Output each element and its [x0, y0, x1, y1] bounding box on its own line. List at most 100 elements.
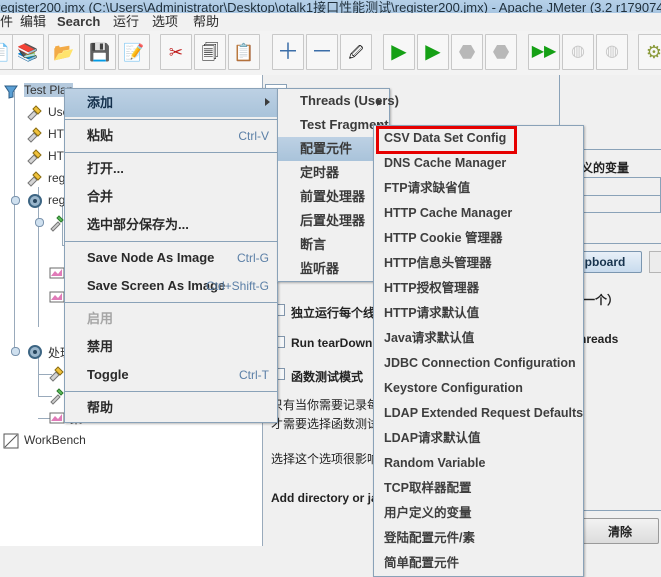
config-element-icon — [26, 126, 44, 144]
config-submenu-item-java-request-defaults[interactable]: Java请求默认值 — [374, 326, 583, 351]
chevron-right-icon — [265, 98, 270, 106]
menu-options[interactable]: 选项 — [152, 14, 178, 30]
toolbar-clear-all-button[interactable]: ◍ — [596, 34, 628, 70]
save-as-icon: 📝 — [123, 42, 145, 62]
config-submenu-item-ftp-request-defaults[interactable]: FTP请求缺省值 — [374, 176, 583, 201]
toolbar-open-button[interactable]: 📂 — [48, 34, 80, 70]
clear-button[interactable]: 清除 — [581, 518, 659, 544]
menu-file[interactable]: 件 — [0, 14, 13, 30]
tree-expand-handle[interactable] — [35, 218, 44, 227]
toolbar-start-no-pause-button[interactable]: ▶ — [417, 34, 449, 70]
config-submenu-item-http-authorization-manager[interactable]: HTTP授权管理器 — [374, 276, 583, 301]
hint-line-3: 选择这个选项很影响 — [271, 452, 380, 466]
plus-icon: ＋ — [276, 39, 299, 64]
toolbar-templates-button[interactable]: 📚 — [12, 34, 44, 70]
config-submenu-item-keystore-configuration[interactable]: Keystore Configuration — [374, 376, 583, 401]
panel-extra-button[interactable] — [649, 251, 661, 273]
chevron-right-icon — [377, 98, 382, 106]
toolbar-copy-button[interactable]: 🗐 — [194, 34, 226, 70]
config-submenu-item-user-defined-variables[interactable]: 用户定义的变量 — [374, 501, 583, 526]
toolbar-stop-button[interactable]: ⬣ — [451, 34, 483, 70]
config-submenu-item-http-request-defaults[interactable]: HTTP请求默认值 — [374, 301, 583, 326]
menu-divider — [65, 241, 277, 242]
tree-context-menu[interactable]: 添加 粘贴 Ctrl-V 打开... 合并 选中部分保存为... Save No… — [64, 88, 278, 423]
context-menu-item-help[interactable]: 帮助 — [65, 394, 277, 422]
context-menu-item-save-selection-as[interactable]: 选中部分保存为... — [65, 211, 277, 239]
tree-expand-handle[interactable] — [11, 347, 20, 356]
toolbar-save-as-button[interactable]: 📝 — [118, 34, 150, 70]
config-element-icon — [26, 104, 44, 122]
toolbar-start-button[interactable]: ▶ — [383, 34, 415, 70]
toolbar-start-remote-button[interactable]: ▶▶ — [528, 34, 560, 70]
play-no-pause-icon: ▶ — [425, 41, 441, 63]
context-menu-item-toggle[interactable]: Toggle Ctrl-T — [65, 361, 277, 389]
menu-help[interactable]: 帮助 — [193, 14, 219, 30]
menu-divider — [65, 302, 277, 303]
clear-all-icon: ◍ — [605, 43, 619, 60]
function-test-mode-label: 函数测试模式 — [291, 370, 364, 384]
cut-icon: ✂ — [168, 42, 184, 62]
config-submenu-item-ldap-request-defaults[interactable]: LDAP请求默认值 — [374, 426, 583, 451]
tree-node-workbench[interactable]: WorkBench — [0, 430, 255, 452]
context-menu-item-paste[interactable]: 粘贴 Ctrl-V — [65, 122, 277, 150]
context-menu-item-add[interactable]: 添加 — [65, 89, 277, 117]
menu-divider — [65, 391, 277, 392]
config-element-icon — [26, 170, 44, 188]
menu-divider — [65, 119, 277, 120]
toolbar-cut-button[interactable]: ✂ — [160, 34, 192, 70]
test-plan-icon — [2, 82, 20, 100]
config-submenu-item-dns-cache-manager[interactable]: DNS Cache Manager — [374, 151, 583, 176]
context-menu-item-save-node-as-image[interactable]: Save Node As Image Ctrl-G — [65, 244, 277, 272]
thread-group-icon — [26, 192, 44, 210]
config-submenu-item-http-header-manager[interactable]: HTTP信息头管理器 — [374, 251, 583, 276]
open-icon: 📂 — [53, 42, 75, 62]
copy-icon: 🗐 — [201, 42, 219, 62]
config-submenu-item-random-variable[interactable]: Random Variable — [374, 451, 583, 476]
menu-search[interactable]: Search — [57, 14, 100, 30]
menu-edit[interactable]: 编辑 — [20, 14, 46, 30]
independent-groups-label: 独立运行每个线 — [291, 306, 376, 320]
user-defined-variables-label: 义的变量 — [581, 161, 630, 175]
play-remote-icon: ▶▶ — [531, 43, 557, 60]
workbench-icon — [2, 432, 20, 450]
toggle-icon: 🖉 — [348, 44, 364, 60]
shortcut-label: Ctrl+Shift-G — [205, 279, 269, 293]
config-submenu-item-tcp-sampler-config[interactable]: TCP取样器配置 — [374, 476, 583, 501]
stop-icon: ⬣ — [458, 41, 476, 63]
add-submenu-item-threads[interactable]: Threads (Users) — [278, 89, 399, 113]
tree-expand-handle[interactable] — [11, 196, 20, 205]
menu-divider — [65, 152, 277, 153]
toolbar-collapse-button[interactable]: － — [306, 34, 338, 70]
window-titlebar: register200.jmx (C:\Users\Administrator\… — [0, 0, 661, 13]
toolbar-paste-button[interactable]: 📋 — [228, 34, 260, 70]
toolbar-clear-button[interactable]: ◍ — [562, 34, 594, 70]
shutdown-icon: ⬣ — [492, 41, 510, 63]
toolbar-shutdown-button[interactable]: ⬣ — [485, 34, 517, 70]
tree-trunk-line — [14, 91, 15, 353]
context-menu-item-open[interactable]: 打开... — [65, 155, 277, 183]
minus-icon: － — [310, 39, 333, 64]
config-element-submenu[interactable]: CSV Data Set Config DNS Cache Manager FT… — [373, 125, 584, 577]
toolbar-function-helper-button[interactable]: ⚙ — [638, 34, 661, 70]
context-menu-item-save-screen-as-image[interactable]: Save Screen As Image Ctrl+Shift-G — [65, 272, 277, 300]
context-menu-item-merge[interactable]: 合并 — [65, 183, 277, 211]
menu-bar: 件 编辑 Search 运行 选项 帮助 — [0, 13, 661, 32]
tree-node-label: WorkBench — [24, 433, 86, 447]
config-submenu-item-jdbc-connection-configuration[interactable]: JDBC Connection Configuration — [374, 351, 583, 376]
menu-run[interactable]: 运行 — [113, 14, 139, 30]
config-element-icon — [26, 148, 44, 166]
run-teardown-label: Run tearDown T — [291, 336, 383, 350]
config-submenu-item-simple-config-element[interactable]: 简单配置元件 — [374, 551, 583, 576]
context-menu-item-disable[interactable]: 禁用 — [65, 333, 277, 361]
shortcut-label: Ctrl-V — [238, 129, 269, 143]
config-submenu-item-http-cache-manager[interactable]: HTTP Cache Manager — [374, 201, 583, 226]
config-submenu-item-csv-data-set-config[interactable]: CSV Data Set Config — [374, 126, 583, 151]
clear-icon: ◍ — [571, 43, 585, 60]
toolbar-save-button[interactable]: 💾 — [84, 34, 116, 70]
window-title: register200.jmx (C:\Users\Administrator\… — [0, 0, 661, 13]
toolbar-expand-button[interactable]: ＋ — [272, 34, 304, 70]
config-submenu-item-login-config-element[interactable]: 登陆配置元件/素 — [374, 526, 583, 551]
config-submenu-item-ldap-extended-request-defaults[interactable]: LDAP Extended Request Defaults — [374, 401, 583, 426]
toolbar-toggle-button[interactable]: 🖉 — [340, 34, 372, 70]
config-submenu-item-http-cookie-manager[interactable]: HTTP Cookie 管理器 — [374, 226, 583, 251]
